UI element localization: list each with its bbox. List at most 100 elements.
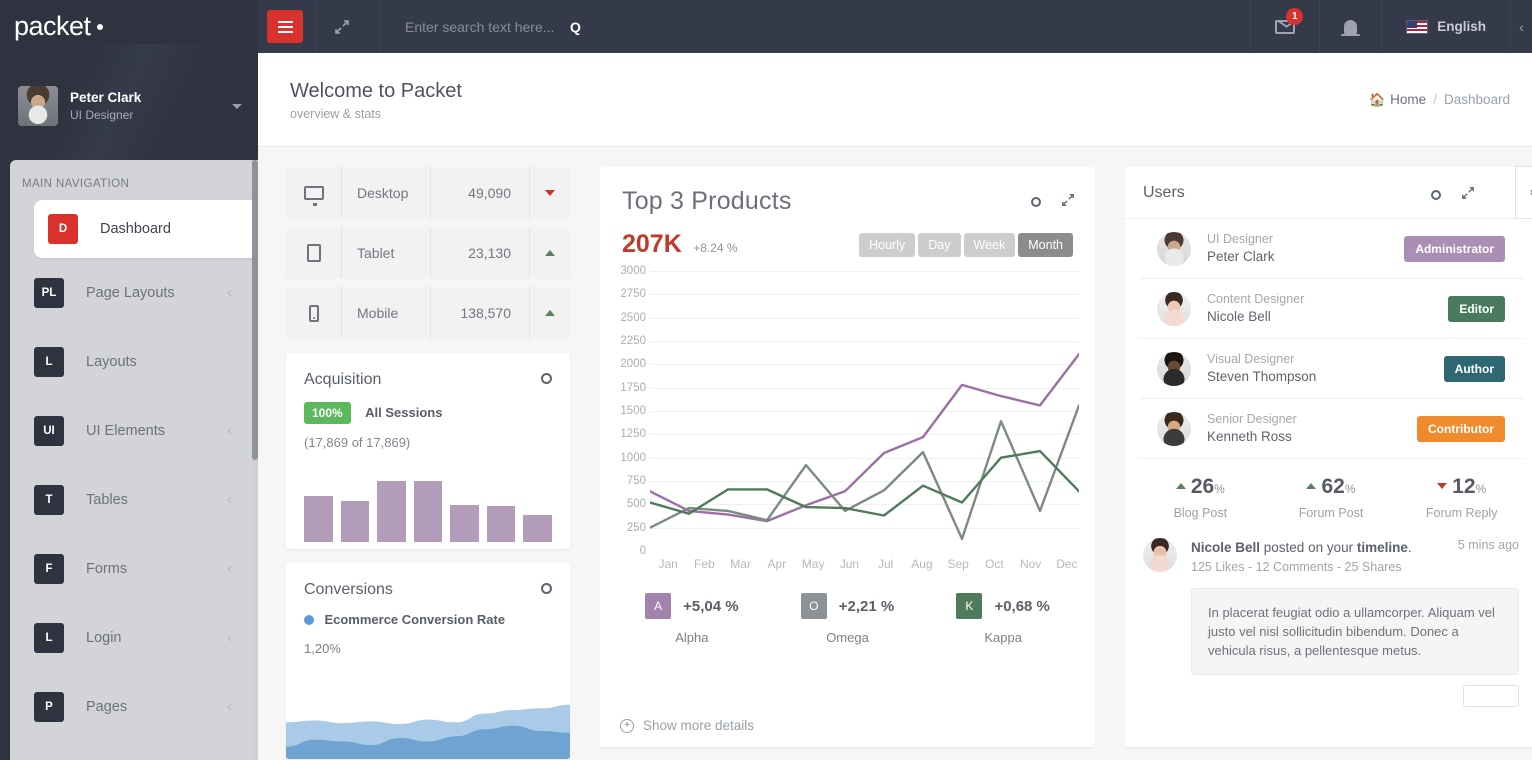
y-axis-tick: 500 <box>626 498 646 511</box>
device-row-tablet[interactable]: Tablet 23,130 <box>286 227 570 279</box>
sidebar-item-label: Login <box>86 629 122 646</box>
users-list: UI Designer Peter Clark Administrator Conte… <box>1125 219 1532 459</box>
sidebar-item-layouts[interactable]: L Layouts <box>10 327 258 396</box>
flag-us-icon <box>1406 19 1429 34</box>
product-line: K +0,68 % <box>925 593 1081 619</box>
range-button-day[interactable]: Day <box>918 232 961 257</box>
user-meta: Senior Designer Kenneth Ross <box>1207 411 1417 446</box>
chevron-left-icon: ‹ <box>227 284 232 301</box>
expand-icon[interactable] <box>1061 193 1075 210</box>
device-stats-list: Desktop 49,090 Tablet 23,130 Mobile 138,570 <box>286 167 570 339</box>
acquisition-bar <box>486 506 516 542</box>
acquisition-bar <box>450 505 479 542</box>
chart-series <box>650 271 1079 551</box>
y-axis-labels: 3000 2750 2500 2250 2000 1750 1500 1250 1000 750 5… <box>612 265 646 557</box>
refresh-icon[interactable] <box>1431 189 1441 200</box>
range-button-hourly[interactable]: Hourly <box>859 232 916 257</box>
stat-percent-sign: % <box>1214 482 1225 496</box>
y-axis-tick: 1750 <box>620 381 646 394</box>
messages-button[interactable]: 1 <box>1250 0 1319 53</box>
brand-logo[interactable]: packet <box>0 0 258 53</box>
product-line: O +2,21 % <box>770 593 926 619</box>
refresh-icon[interactable] <box>541 373 552 384</box>
stat-forum-post: 62% Forum Post <box>1266 475 1397 520</box>
refresh-icon[interactable] <box>1031 196 1041 207</box>
acquisition-percent-badge: 100% <box>304 402 351 424</box>
product-summary-row: A +5,04 % Alpha O +2,21 % Omega K +0,68 % Kappa <box>600 571 1095 645</box>
conversions-header: Conversions Ecommerce Conversion Rate 1,… <box>286 563 570 656</box>
tablet-icon <box>306 244 321 262</box>
fullscreen-icon[interactable] <box>316 0 368 53</box>
brand-dot-icon <box>96 23 103 30</box>
nav-badge-icon: D <box>48 214 78 244</box>
sidebar-item-forms[interactable]: F Forms ‹ <box>10 534 258 603</box>
right-column: Users ⚙ UI DesignerPete <box>1125 166 1532 760</box>
right-panel-toggle[interactable]: ‹ <box>1510 0 1532 53</box>
settings-button[interactable]: ⚙ <box>1515 166 1532 219</box>
trend-down-icon <box>1437 483 1448 489</box>
device-icon-cell <box>286 167 342 219</box>
user-name: Steven Thompson <box>1207 369 1317 384</box>
page-subtitle: overview & stats <box>290 107 382 121</box>
notifications-button[interactable] <box>1319 0 1381 53</box>
trend-down-icon <box>545 190 555 196</box>
dashboard-page: packet Peter Clark UI Designer MAIN NAVI… <box>0 0 1532 760</box>
device-row-mobile[interactable]: Mobile 138,570 <box>286 287 570 339</box>
device-row-desktop[interactable]: Desktop 49,090 <box>286 167 570 219</box>
product-name: Omega <box>826 630 869 645</box>
language-selector[interactable]: English <box>1381 0 1510 53</box>
device-value: 49,090 <box>430 167 530 219</box>
nav-badge-icon: L <box>34 346 64 377</box>
refresh-icon[interactable] <box>541 583 552 594</box>
conversions-legend: Ecommerce Conversion Rate <box>324 612 506 627</box>
expand-icon[interactable] <box>1461 186 1475 203</box>
avatar <box>1157 291 1191 326</box>
user-meta: Content Designer Nicole Bell <box>1207 291 1448 326</box>
post-author[interactable]: Nicole Bell <box>1191 540 1260 555</box>
user-row[interactable]: Visual Designer Steven Thompson Author <box>1139 339 1523 399</box>
activity-post: Nicole Bell posted on your timeline. 5 m… <box>1125 526 1532 707</box>
nav-badge-icon: P <box>34 691 64 722</box>
role-badge: Administrator <box>1404 235 1505 262</box>
user-row[interactable]: Senior Designer Kenneth Ross Contributor <box>1139 399 1523 459</box>
user-row[interactable]: UI Designer Peter Clark Administrator <box>1139 219 1523 279</box>
sidebar-item-dashboard[interactable]: D Dashboard <box>34 200 258 258</box>
language-label: English <box>1437 19 1486 34</box>
search-icon[interactable]: Q <box>570 19 581 35</box>
stat-percent-sign: % <box>1475 482 1487 496</box>
sidebar-item-login[interactable]: L Login ‹ <box>10 603 258 672</box>
search-input[interactable] <box>405 18 570 35</box>
mail-badge: 1 <box>1286 8 1304 25</box>
range-button-month[interactable]: Month <box>1018 232 1073 257</box>
topbar: Q 1 English ‹ <box>258 0 1532 53</box>
user-meta: UI Designer Peter Clark <box>1207 231 1404 266</box>
page-header: Welcome to Packet overview & stats 🏠 Home… <box>258 53 1532 147</box>
show-more-details-link[interactable]: + Show more details <box>620 718 754 733</box>
user-meta: Visual Designer Steven Thompson <box>1207 351 1444 386</box>
sidebar-item-pages[interactable]: P Pages ‹ <box>10 672 258 741</box>
device-trend <box>530 190 570 196</box>
mobile-icon <box>308 304 319 322</box>
post-action-button[interactable] <box>1463 685 1519 707</box>
menu-toggle-button[interactable] <box>267 10 303 43</box>
sidebar-item-tables[interactable]: T Tables ‹ <box>10 465 258 534</box>
sidebar-item-page-layouts[interactable]: PL Page Layouts ‹ <box>10 258 258 327</box>
device-label: Desktop <box>357 185 409 201</box>
y-axis-tick: 2750 <box>620 288 646 301</box>
product-kappa: K +0,68 % Kappa <box>925 593 1081 645</box>
user-row[interactable]: Content Designer Nicole Bell Editor <box>1139 279 1523 339</box>
sidebar-item-ui-elements[interactable]: UI UI Elements ‹ <box>10 396 258 465</box>
sidebar-item-label: Pages <box>86 698 128 715</box>
trend-up-icon <box>1306 483 1317 489</box>
range-button-week[interactable]: Week <box>963 232 1016 257</box>
nav-badge-icon: L <box>34 622 64 653</box>
x-axis-tick: Nov <box>1019 557 1042 571</box>
kpi-delta: +8.24 % <box>693 241 738 255</box>
chevron-down-icon[interactable] <box>232 103 242 109</box>
acquisition-bar <box>377 481 406 542</box>
breadcrumb-home-link[interactable]: 🏠 Home <box>1369 92 1426 108</box>
profile-block[interactable]: Peter Clark UI Designer <box>0 53 258 159</box>
post-target[interactable]: timeline <box>1357 540 1408 555</box>
chevron-left-icon: ‹ <box>227 491 232 508</box>
conversions-card: Conversions Ecommerce Conversion Rate 1,… <box>286 563 570 759</box>
